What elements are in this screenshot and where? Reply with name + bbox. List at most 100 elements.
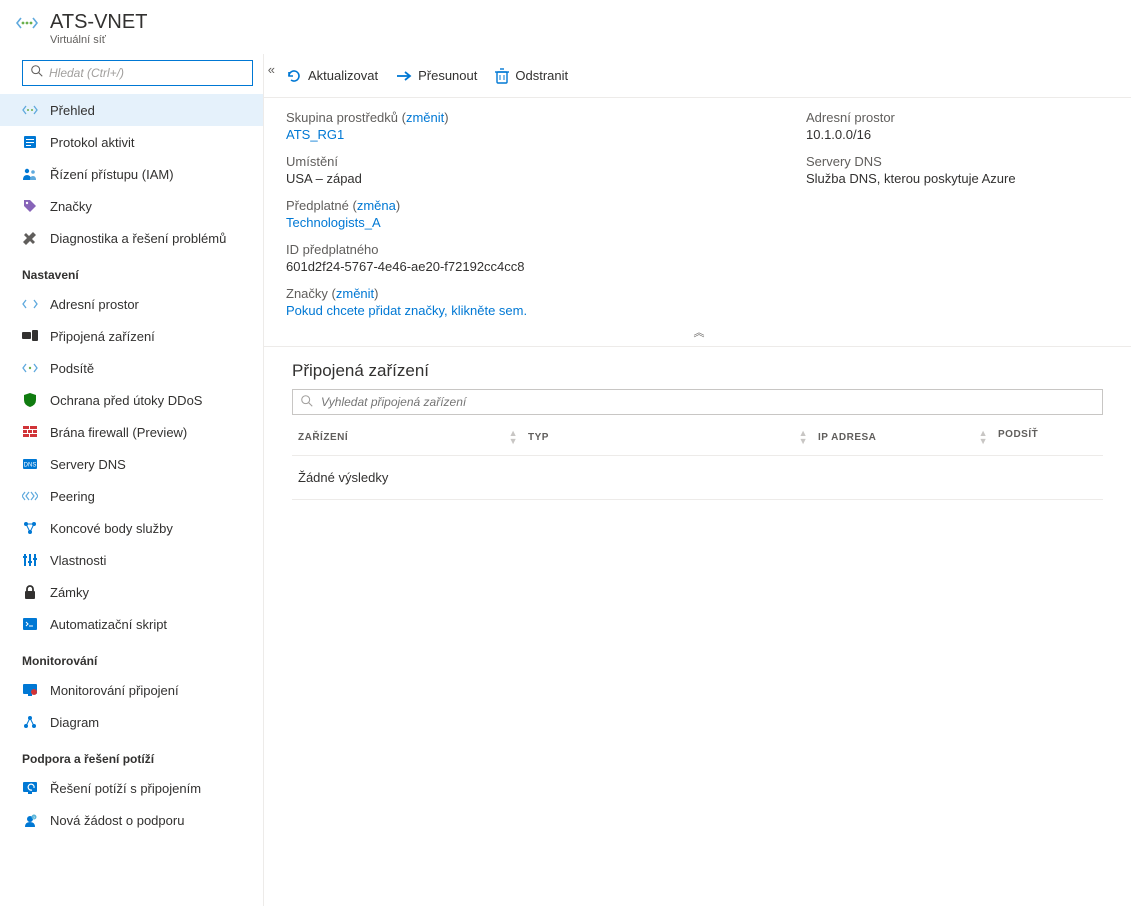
peering-icon [22,488,38,504]
devices-heading: Připojená zařízení [292,361,1103,381]
page-subtitle: Virtuální síť [50,34,147,46]
essentials-address-space: Adresní prostor 10.1.0.0/16 [806,110,1109,142]
nav-support: Řešení potíží s připojením ?Nová žádost … [0,772,263,836]
sidebar-item-label: Připojená zařízení [50,329,155,344]
page-title: ATS-VNET [50,10,147,34]
sidebar-item-overview[interactable]: Přehled [0,94,263,126]
sidebar-item-ddos[interactable]: Ochrana před útoky DDoS [0,384,263,416]
sidebar-item-dns[interactable]: DNS Servery DNS [0,448,263,480]
add-tags-link[interactable]: Pokud chcete přidat značky, klikněte sem… [286,303,1109,318]
sort-icon[interactable]: ▲▼ [509,429,518,445]
sidebar-item-label: Značky [50,199,92,214]
sidebar-item-label: Podsítě [50,361,94,376]
toolbar-label: Přesunout [418,68,477,83]
nav-group-monitoring: Monitorování [0,640,263,674]
sidebar-item-label: Ochrana před útoky DDoS [50,393,202,408]
sidebar-item-diagnose[interactable]: Diagnostika a řešení problémů [0,222,263,254]
essentials-panel: Skupina prostředků (změnit) ATS_RG1 Adre… [264,98,1131,347]
toolbar-label: Aktualizovat [308,68,378,83]
sidebar-item-label: Koncové body služby [50,521,173,536]
sidebar-item-label: Automatizační skript [50,617,167,632]
tag-icon [22,198,38,214]
delete-button[interactable]: Odstranit [495,68,568,84]
sidebar-item-address-space[interactable]: Adresní prostor [0,288,263,320]
sort-icon[interactable]: ▲▼ [979,429,988,445]
sidebar-item-label: Monitorování připojení [50,683,179,698]
move-button[interactable]: Přesunout [396,68,477,83]
rg-link[interactable]: ATS_RG1 [286,127,786,142]
col-ip[interactable]: IP ADRESA [818,432,876,443]
move-icon [396,69,412,83]
delete-icon [495,68,509,84]
dns-icon: DNS [22,456,38,472]
resource-header: ATS-VNET Virtuální síť [0,0,1131,54]
sidebar: « Přehled Protokol aktivit Řízení přístu… [0,54,264,906]
sidebar-item-peering[interactable]: Peering [0,480,263,512]
devices-icon [22,328,38,344]
devices-search-input[interactable] [292,389,1103,415]
sidebar-item-subnets[interactable]: Podsítě [0,352,263,384]
essentials-subscription: Předplatné (změna) Technologists_A [286,198,786,230]
essentials-subscription-id: ID předplatného 601d2f24-5767-4e46-ae20-… [286,242,786,274]
vnet-icon [16,12,38,34]
essentials-resource-group: Skupina prostředků (změnit) ATS_RG1 [286,110,786,142]
wrench-icon [22,230,38,246]
sidebar-item-activity-log[interactable]: Protokol aktivit [0,126,263,158]
essentials-dns: Servery DNS Služba DNS, kterou poskytuje… [806,154,1109,186]
change-sub-link[interactable]: změna [357,198,396,213]
nav-settings: Adresní prostor Připojená zařízení Podsí… [0,288,263,640]
sidebar-item-automation-script[interactable]: Automatizační skript [0,608,263,640]
sort-icon[interactable]: ▲▼ [799,429,808,445]
sidebar-item-label: Diagnostika a řešení problémů [50,231,226,246]
col-type[interactable]: TYP [528,432,549,443]
sidebar-search-input[interactable] [22,60,253,86]
properties-icon [22,552,38,568]
iam-icon [22,166,38,182]
sidebar-item-label: Vlastnosti [50,553,106,568]
col-subnet[interactable]: PODSÍŤ [998,429,1038,440]
log-icon [22,134,38,150]
devices-empty-message: Žádné výsledky [292,456,1103,500]
sidebar-item-label: Řízení přístupu (IAM) [50,167,174,182]
sidebar-item-label: Servery DNS [50,457,126,472]
main-content: Aktualizovat Přesunout Odstranit Skupina… [264,54,1131,906]
col-device[interactable]: ZAŘÍZENÍ [298,432,348,443]
connected-devices-section: Připojená zařízení ZAŘÍZENÍ ▲▼ TYP ▲▼ IP A… [264,347,1131,500]
sidebar-item-connected-devices[interactable]: Připojená zařízení [0,320,263,352]
change-tags-link[interactable]: změnit [336,286,374,301]
sidebar-item-diagram[interactable]: Diagram [0,706,263,738]
sidebar-item-label: Protokol aktivit [50,135,135,150]
sidebar-item-tags[interactable]: Značky [0,190,263,222]
script-icon [22,616,38,632]
sidebar-item-firewall[interactable]: Brána firewall (Preview) [0,416,263,448]
svg-text:DNS: DNS [24,463,37,469]
collapse-sidebar-icon[interactable]: « [268,62,269,77]
collapse-essentials-icon[interactable]: ︽ [286,324,1109,340]
subscription-link[interactable]: Technologists_A [286,215,786,230]
nav-top: Přehled Protokol aktivit Řízení přístupu… [0,94,263,254]
sidebar-item-connection-troubleshoot[interactable]: Řešení potíží s připojením [0,772,263,804]
change-rg-link[interactable]: změnit [406,110,444,125]
lock-icon [22,584,38,600]
subnet-icon [22,360,38,376]
endpoints-icon [22,520,38,536]
sidebar-item-locks[interactable]: Zámky [0,576,263,608]
essentials-tags: Značky (změnit) Pokud chcete přidat znač… [286,286,1109,318]
sidebar-item-properties[interactable]: Vlastnosti [0,544,263,576]
monitor-icon [22,682,38,698]
toolbar: Aktualizovat Přesunout Odstranit [264,54,1131,98]
sidebar-item-label: Peering [50,489,95,504]
refresh-button[interactable]: Aktualizovat [286,68,378,84]
firewall-icon [22,424,38,440]
sidebar-item-connection-monitor[interactable]: Monitorování připojení [0,674,263,706]
support-icon: ? [22,812,38,828]
sidebar-item-new-support-request[interactable]: ?Nová žádost o podporu [0,804,263,836]
sidebar-item-service-endpoints[interactable]: Koncové body služby [0,512,263,544]
shield-icon [22,392,38,408]
sidebar-item-iam[interactable]: Řízení přístupu (IAM) [0,158,263,190]
sidebar-item-label: Přehled [50,103,95,118]
nav-group-settings: Nastavení [0,254,263,288]
essentials-location: Umístění USA – západ [286,154,786,186]
sidebar-item-label: Adresní prostor [50,297,139,312]
sidebar-item-label: Brána firewall (Preview) [50,425,187,440]
